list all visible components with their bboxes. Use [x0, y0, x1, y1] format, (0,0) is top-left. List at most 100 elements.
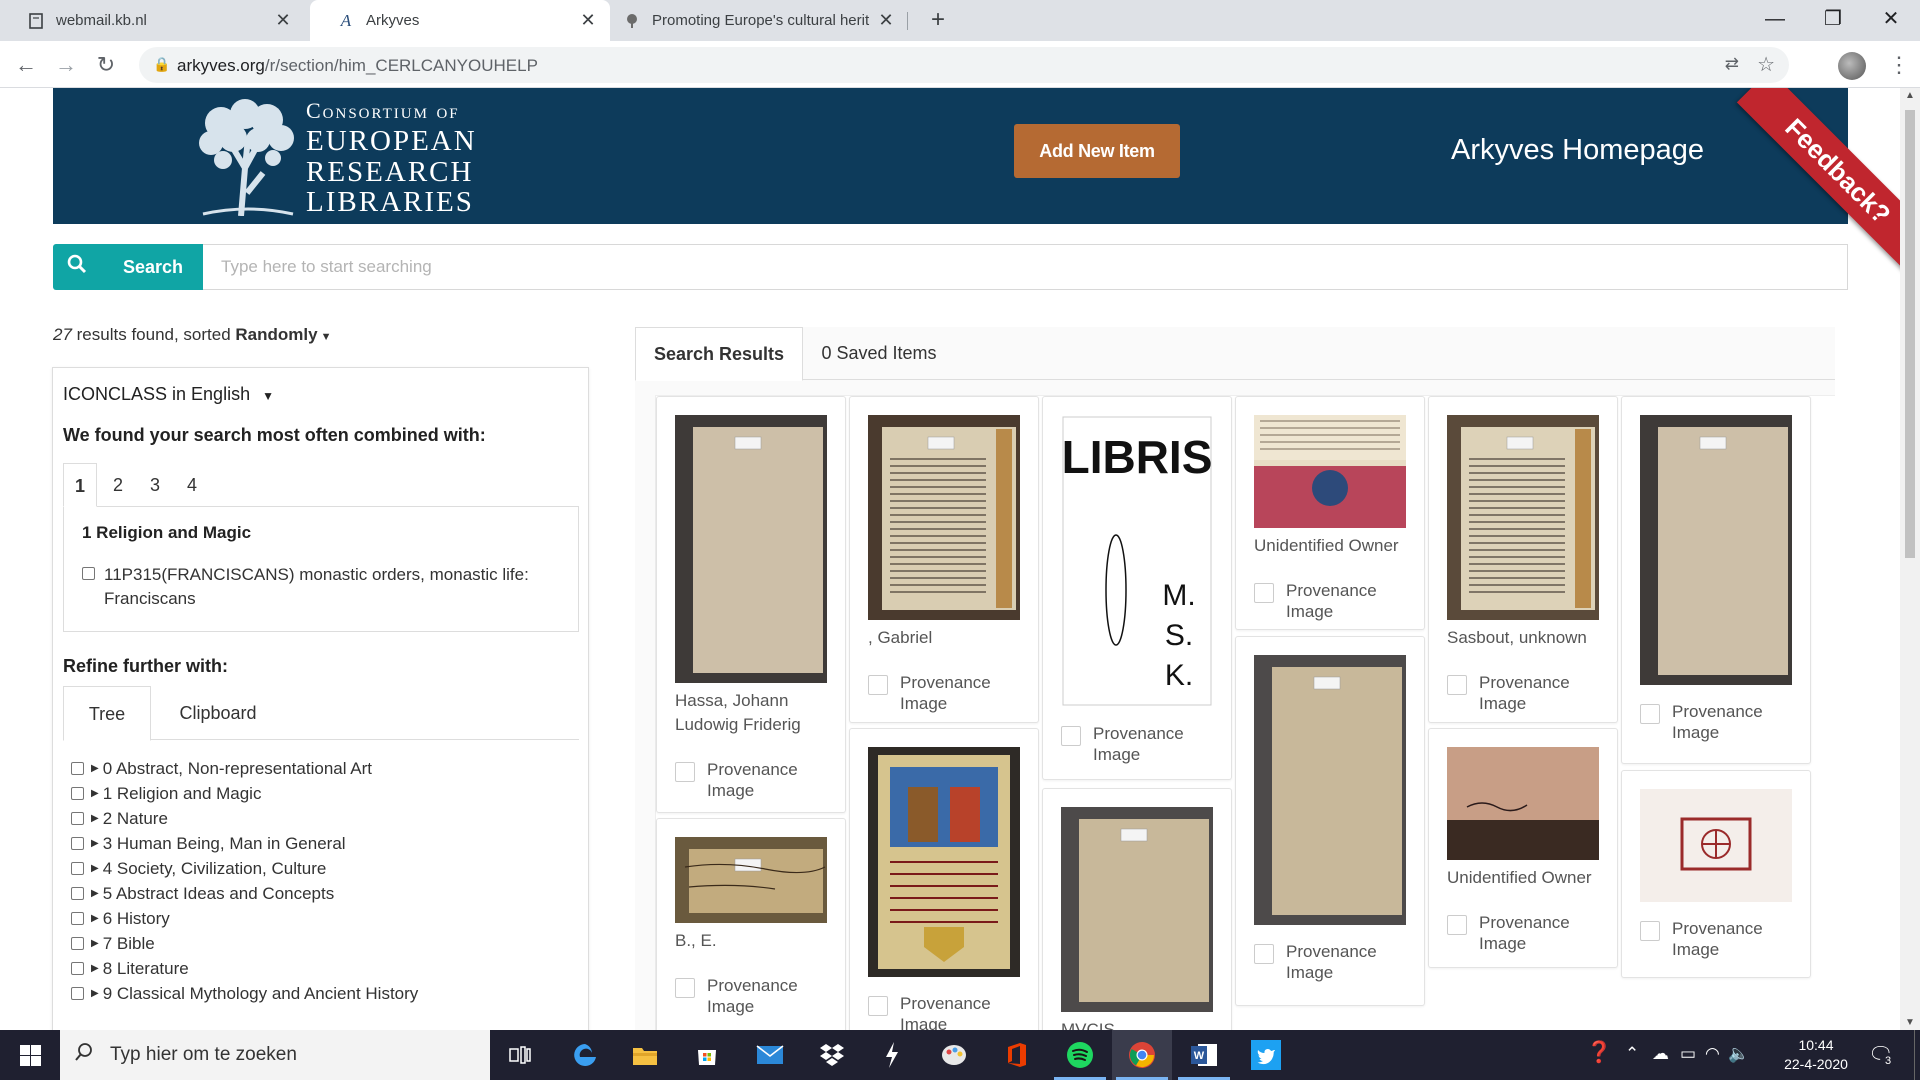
- result-card[interactable]: B., E. Provenance Image: [656, 818, 846, 1030]
- result-thumbnail[interactable]: [1061, 807, 1213, 1012]
- save-item-checkbox[interactable]: [868, 675, 888, 695]
- wifi-icon[interactable]: ◠: [1705, 1044, 1720, 1064]
- save-item-checkbox[interactable]: [1447, 915, 1467, 935]
- save-item-checkbox[interactable]: [675, 762, 695, 782]
- browser-menu-icon[interactable]: ⋮: [1888, 51, 1910, 79]
- tree-node-1[interactable]: ▶ 1 Religion and Magic: [71, 781, 571, 806]
- result-thumbnail[interactable]: [868, 415, 1020, 620]
- tab-clipboard[interactable]: Clipboard: [158, 686, 278, 740]
- result-card[interactable]: Provenance Image: [1621, 396, 1811, 764]
- page-tab-3[interactable]: 3: [138, 463, 172, 507]
- caret-right-icon[interactable]: ▶: [91, 863, 99, 874]
- tab-saved-items[interactable]: 0 Saved Items: [803, 327, 955, 380]
- close-window-button[interactable]: ✕: [1862, 0, 1920, 41]
- close-tab-icon[interactable]: ✕: [874, 10, 898, 31]
- spotify-icon[interactable]: [1050, 1030, 1110, 1080]
- provenance-image-option[interactable]: Provenance Image: [1254, 580, 1414, 622]
- mail-icon[interactable]: [740, 1030, 800, 1080]
- tree-node-checkbox[interactable]: [71, 962, 84, 975]
- close-tab-icon[interactable]: ✕: [576, 10, 600, 31]
- scroll-down-icon[interactable]: ▼: [1900, 1017, 1920, 1028]
- facet-language-select[interactable]: ICONCLASS in English ▼: [63, 384, 274, 405]
- search-input[interactable]: [203, 244, 1848, 290]
- save-item-checkbox[interactable]: [1640, 921, 1660, 941]
- browser-tab-europeana[interactable]: Promoting Europe's cultural herit ✕: [610, 0, 908, 41]
- result-thumbnail[interactable]: [868, 747, 1020, 977]
- tree-node-checkbox[interactable]: [71, 837, 84, 850]
- provenance-image-option[interactable]: Provenance Image: [1447, 672, 1607, 714]
- save-item-checkbox[interactable]: [1447, 675, 1467, 695]
- help-icon[interactable]: ❓: [1586, 1041, 1612, 1065]
- provenance-image-option[interactable]: Provenance Image: [1061, 723, 1221, 765]
- start-button[interactable]: [0, 1030, 60, 1080]
- provenance-image-option[interactable]: Provenance Image: [675, 975, 835, 1017]
- result-thumbnail[interactable]: LIBRIS M. S. K.: [1061, 415, 1213, 707]
- paint-icon[interactable]: [924, 1030, 984, 1080]
- new-tab-button[interactable]: +: [924, 6, 952, 34]
- caret-right-icon[interactable]: ▶: [91, 963, 99, 974]
- provenance-image-option[interactable]: Provenance Image: [675, 759, 835, 801]
- result-thumbnail[interactable]: [675, 415, 827, 683]
- chevron-up-icon[interactable]: ⌃: [1625, 1044, 1639, 1064]
- system-clock[interactable]: 10:44 22-4-2020: [1776, 1036, 1856, 1074]
- tree-node-checkbox[interactable]: [71, 912, 84, 925]
- task-view-icon[interactable]: [490, 1030, 550, 1080]
- caret-right-icon[interactable]: ▶: [91, 938, 99, 949]
- caret-right-icon[interactable]: ▶: [91, 813, 99, 824]
- result-card[interactable]: Hassa, Johann Ludowig Friderig Provenance…: [656, 396, 846, 813]
- sort-dropdown[interactable]: Randomly: [235, 325, 317, 344]
- save-item-checkbox[interactable]: [868, 996, 888, 1016]
- maximize-button[interactable]: ❐: [1804, 0, 1862, 41]
- page-scrollbar[interactable]: ▲ ▼: [1900, 88, 1920, 1030]
- provenance-image-option[interactable]: Provenance Image: [868, 672, 1028, 714]
- save-item-checkbox[interactable]: [1640, 704, 1660, 724]
- twitter-icon[interactable]: [1236, 1030, 1296, 1080]
- taskbar-search-box[interactable]: Typ hier om te zoeken: [60, 1030, 490, 1080]
- result-card[interactable]: Unidentified Owner Provenance Image: [1428, 728, 1618, 968]
- provenance-image-option[interactable]: Provenance Image: [1640, 918, 1800, 960]
- save-item-checkbox[interactable]: [675, 978, 695, 998]
- file-explorer-icon[interactable]: [615, 1030, 675, 1080]
- battery-icon[interactable]: ▭: [1680, 1044, 1696, 1064]
- result-card[interactable]: MVCIS: [1042, 788, 1232, 1030]
- tree-node-0[interactable]: ▶ 0 Abstract, Non-representational Art: [71, 756, 571, 781]
- word-icon[interactable]: W: [1174, 1030, 1234, 1080]
- tree-node-8[interactable]: ▶ 8 Literature: [71, 956, 571, 981]
- tab-tree[interactable]: Tree: [63, 686, 151, 741]
- combined-term-item[interactable]: 11P315(FRANCISCANS) monastic orders, mon…: [82, 563, 532, 611]
- volume-icon[interactable]: 🔈: [1728, 1044, 1749, 1064]
- result-card[interactable]: Unidentified Owner Provenance Image: [1235, 396, 1425, 630]
- provenance-image-option[interactable]: Provenance Image: [868, 993, 1028, 1030]
- address-bar[interactable]: 🔒 arkyves.org/r/section/him_CERLCANYOUHE…: [139, 47, 1789, 83]
- tree-node-checkbox[interactable]: [71, 862, 84, 875]
- term-checkbox[interactable]: [82, 567, 95, 580]
- tree-node-checkbox[interactable]: [71, 812, 84, 825]
- provenance-image-option[interactable]: Provenance Image: [1640, 701, 1800, 743]
- result-thumbnail[interactable]: [1640, 415, 1792, 685]
- browser-tab-webmail[interactable]: webmail.kb.nl ✕: [0, 0, 305, 41]
- caret-right-icon[interactable]: ▶: [91, 838, 99, 849]
- result-card[interactable]: Sasbout, unknown Provenance Image: [1428, 396, 1618, 723]
- tree-node-checkbox[interactable]: [71, 762, 84, 775]
- tree-node-checkbox[interactable]: [71, 887, 84, 900]
- show-desktop-button[interactable]: [1914, 1030, 1920, 1080]
- search-button[interactable]: Search: [53, 244, 203, 290]
- dropbox-icon[interactable]: [802, 1030, 862, 1080]
- tree-node-2[interactable]: ▶ 2 Nature: [71, 806, 571, 831]
- save-item-checkbox[interactable]: [1254, 944, 1274, 964]
- page-tab-1[interactable]: 1: [63, 463, 97, 507]
- result-thumbnail[interactable]: [675, 837, 827, 923]
- caret-right-icon[interactable]: ▶: [91, 988, 99, 999]
- result-thumbnail[interactable]: [1254, 655, 1406, 925]
- caret-right-icon[interactable]: ▶: [91, 788, 99, 799]
- result-card[interactable]: Provenance Image: [849, 728, 1039, 1030]
- tree-node-checkbox[interactable]: [71, 787, 84, 800]
- result-thumbnail[interactable]: [1254, 415, 1406, 528]
- chevron-down-icon[interactable]: ▼: [318, 331, 332, 343]
- chrome-icon[interactable]: [1112, 1030, 1172, 1080]
- tree-node-6[interactable]: ▶ 6 History: [71, 906, 571, 931]
- provenance-image-option[interactable]: Provenance Image: [1254, 941, 1414, 983]
- browser-tab-arkyves[interactable]: A Arkyves ✕: [310, 0, 610, 41]
- tree-node-checkbox[interactable]: [71, 937, 84, 950]
- result-card[interactable]: LIBRIS M. S. K. Provenance Image: [1042, 396, 1232, 780]
